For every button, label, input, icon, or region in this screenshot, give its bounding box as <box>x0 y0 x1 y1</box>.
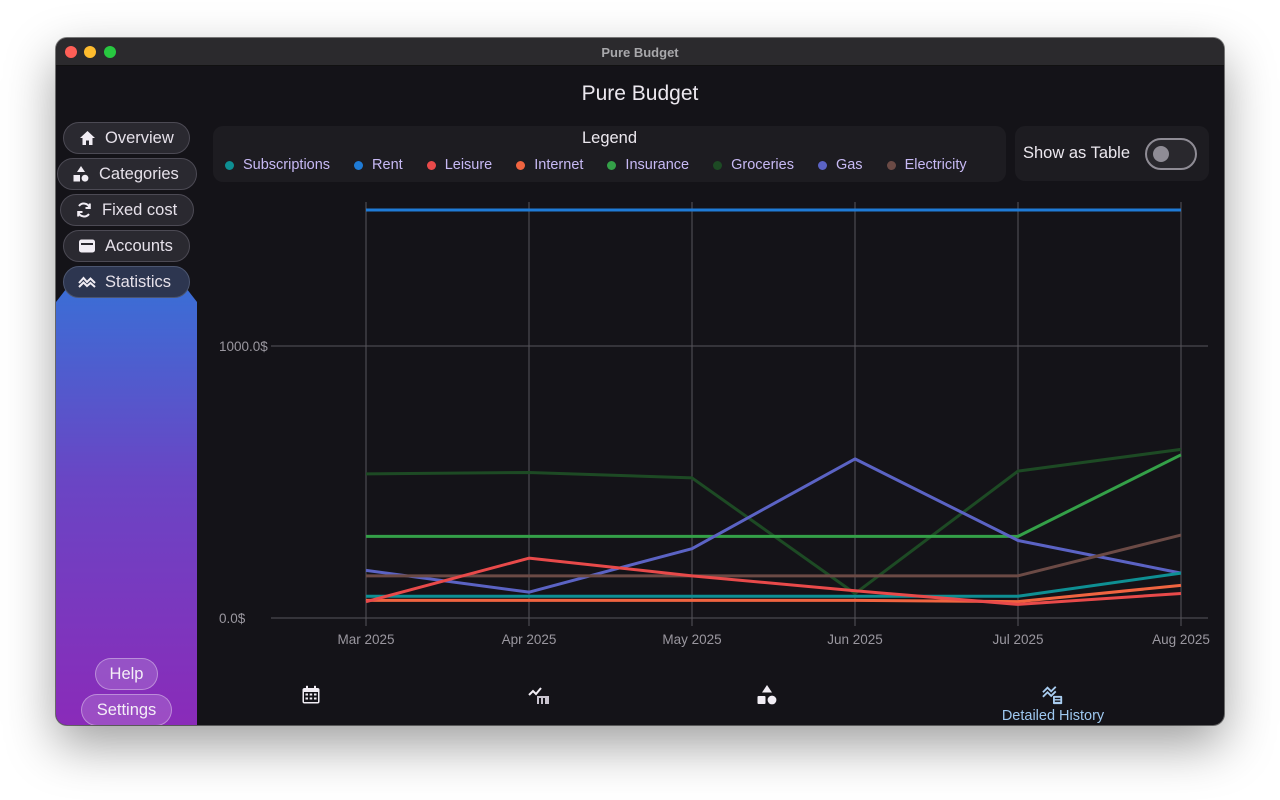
legend-title: Legend <box>581 129 638 147</box>
sidebar-item-accounts[interactable]: Accounts <box>63 230 190 262</box>
shapes-icon <box>756 684 778 706</box>
x-tick-label: Jul 2025 <box>992 632 1043 647</box>
title-bar: Pure Budget <box>56 38 1224 66</box>
sidebar-item-statistics[interactable]: Statistics <box>63 266 190 298</box>
legend-item-label: Subscriptions <box>243 157 331 173</box>
legend-color-dot <box>426 160 436 170</box>
legend-item[interactable]: Gas <box>817 157 863 173</box>
legend-item-label: Leisure <box>444 157 493 173</box>
legend-color-dot <box>817 160 827 170</box>
legend-items: Subscriptions Rent Leisure Internet Insuranc… <box>225 157 991 173</box>
bottom-nav-detailed-history[interactable]: Detailed History <box>983 674 1123 724</box>
legend-item[interactable]: Groceries <box>713 157 794 173</box>
shapes-icon <box>72 165 90 183</box>
x-tick-label: Mar 2025 <box>337 632 394 647</box>
chart-bar-icon <box>528 684 550 706</box>
window-title: Pure Budget <box>601 45 679 60</box>
sidebar-item-label: Statistics <box>105 272 172 291</box>
legend-item[interactable]: Electricity <box>886 157 967 173</box>
series-line-gas <box>365 457 1182 594</box>
legend-item-label: Internet <box>534 157 584 173</box>
legend-item[interactable]: Insurance <box>607 157 689 173</box>
refresh-icon <box>75 201 93 219</box>
legend-item[interactable]: Leisure <box>426 157 493 173</box>
sidebar-item-label: Overview <box>105 128 174 147</box>
x-tick-label: May 2025 <box>662 632 721 647</box>
history-chart-icon <box>1042 684 1064 706</box>
legend-item-label: Insurance <box>625 157 690 173</box>
bottom-nav-categories[interactable] <box>697 674 837 720</box>
bottom-nav-calendar[interactable] <box>241 674 381 720</box>
legend-color-dot <box>886 160 896 170</box>
app-title: Pure Budget <box>581 82 699 105</box>
sidebar-item-overview[interactable]: Overview <box>63 122 190 154</box>
legend-color-dot <box>516 160 526 170</box>
legend-color-dot <box>607 160 617 170</box>
legend-color-dot <box>354 160 364 170</box>
sidebar-item-fixed-cost[interactable]: Fixed cost <box>60 194 194 226</box>
legend-item[interactable]: Internet <box>516 157 583 173</box>
bottom-nav-label: Detailed History <box>1001 708 1105 724</box>
stats-icon <box>78 273 96 291</box>
legend-color-dot <box>713 160 723 170</box>
show-as-table-card: Show as Table <box>1015 126 1209 181</box>
x-tick-label: Jun 2025 <box>827 632 883 647</box>
legend-item[interactable]: Subscriptions <box>225 157 330 173</box>
wallet-icon <box>78 237 96 255</box>
legend-item-label: Gas <box>835 157 863 173</box>
show-as-table-label: Show as Table <box>1023 144 1131 162</box>
sidebar-item-label: Accounts <box>105 236 173 255</box>
help-button[interactable]: Help <box>95 658 158 690</box>
settings-button[interactable]: Settings <box>81 694 172 725</box>
sidebar-item-label: Fixed cost <box>102 200 178 219</box>
legend-item-label: Rent <box>372 157 403 173</box>
line-chart: 0.0$ 1000.0$ Mar 2025 Apr 2025 May 2025 Jun 2… <box>219 202 1210 647</box>
y-tick-label: 1000.0$ <box>219 339 268 354</box>
x-tick-label: Aug 2025 <box>1152 632 1210 647</box>
app-window: Pure Budget Pure Budget Overview Categor… <box>56 38 1224 725</box>
x-tick-label: Apr 2025 <box>502 632 557 647</box>
home-icon <box>78 129 96 147</box>
y-tick-label: 0.0$ <box>219 611 246 626</box>
sidebar-item-categories[interactable]: Categories <box>57 158 197 190</box>
bottom-nav-chart[interactable] <box>469 674 609 720</box>
calendar-icon <box>300 684 322 706</box>
legend-item-label: Electricity <box>904 157 967 173</box>
show-as-table-toggle[interactable] <box>1145 138 1197 170</box>
toggle-knob <box>1153 146 1169 162</box>
legend-panel: Legend Subscriptions Rent Leisure Internet I… <box>213 126 1006 182</box>
sidebar-item-label: Categories <box>99 164 179 183</box>
legend-item[interactable]: Rent <box>354 157 403 173</box>
legend-color-dot <box>225 160 234 170</box>
series-line-groceries <box>365 447 1182 596</box>
legend-item-label: Groceries <box>731 157 794 173</box>
